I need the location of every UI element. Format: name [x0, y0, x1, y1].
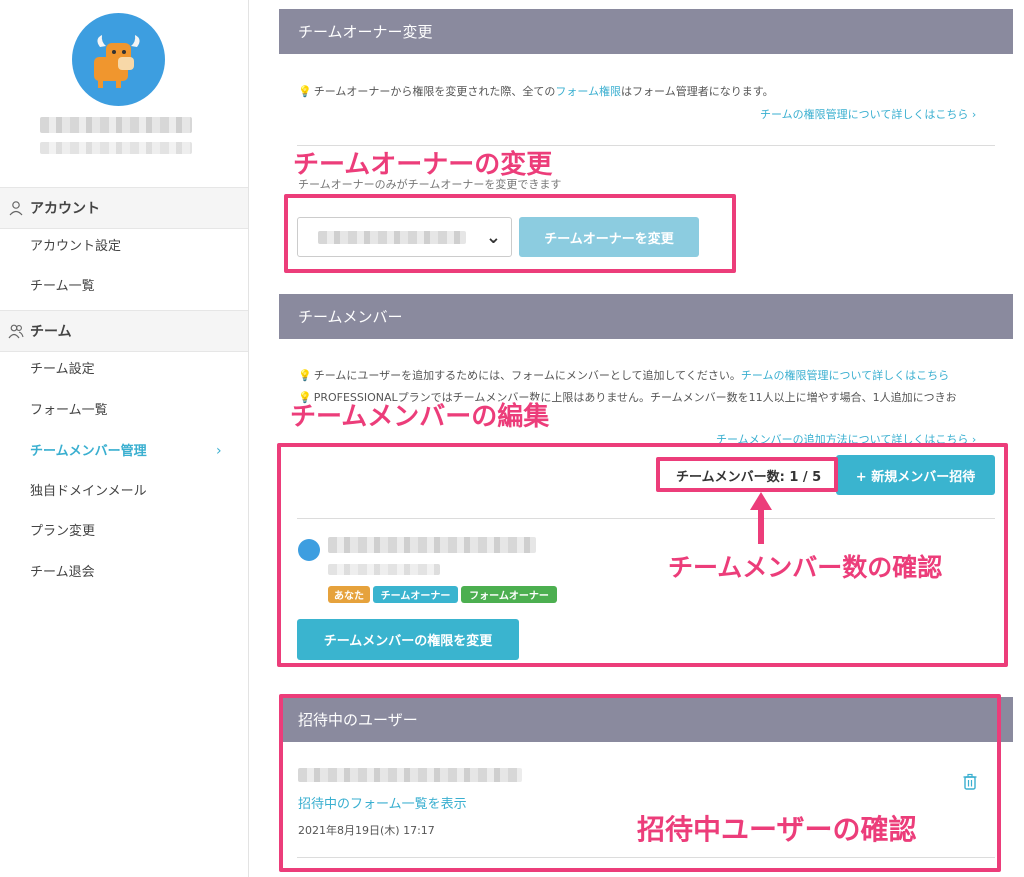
team-avatar	[72, 13, 165, 106]
annotation-box-member-count	[656, 457, 838, 492]
owner-note: 💡 チームオーナーから権限を変更された際、全てのフォーム権限はフォーム管理者になり…	[298, 85, 774, 98]
form-permission-link[interactable]: フォーム権限	[555, 85, 621, 98]
sidebar-item-form-list[interactable]: フォーム一覧	[30, 401, 108, 421]
arrow-up-icon	[750, 492, 772, 544]
permission-detail-link[interactable]: チームの権限管理について詳しくはこちら ›	[760, 106, 976, 122]
sidebar-group-label: チーム	[30, 324, 72, 340]
sidebar-item-account-settings[interactable]: アカウント設定	[30, 237, 121, 257]
annotation-member-count-check: チームメンバー数の確認	[668, 553, 943, 582]
annotation-box-owner-change	[284, 194, 736, 273]
user-email-redacted	[40, 142, 192, 154]
sidebar-item-leave-team[interactable]: チーム退会	[30, 563, 95, 583]
chevron-right-icon: ›	[216, 443, 222, 459]
annotation-owner-change: チームオーナーの変更	[293, 150, 553, 180]
user-icon	[9, 201, 23, 216]
annotation-member-edit: チームメンバーの編集	[290, 402, 550, 432]
owner-section-header: チームオーナー変更	[279, 9, 1013, 54]
team-icon	[8, 324, 24, 339]
sidebar-item-team-list[interactable]: チーム一覧	[30, 277, 95, 297]
sidebar-item-plan-change[interactable]: プラン変更	[30, 522, 95, 542]
annotation-invite-check: 招待中ユーザーの確認	[637, 813, 917, 846]
sidebar: アカウント アカウント設定 チーム一覧 チーム チーム設定 フォーム一覧 チーム…	[0, 0, 249, 877]
sidebar-group-account[interactable]: アカウント	[0, 187, 248, 229]
sidebar-item-team-settings[interactable]: チーム設定	[30, 360, 95, 380]
sidebar-item-member-management[interactable]: チームメンバー管理	[30, 442, 147, 462]
sidebar-group-team[interactable]: チーム	[0, 310, 248, 352]
member-permission-link[interactable]: チームの権限管理について詳しくはこちら	[741, 369, 949, 382]
member-section-header: チームメンバー	[279, 294, 1013, 339]
cow-icon	[94, 35, 140, 88]
user-name-redacted	[40, 117, 192, 133]
lightbulb-icon: 💡	[298, 85, 312, 98]
lightbulb-icon: 💡	[298, 369, 312, 382]
sidebar-item-custom-domain-mail[interactable]: 独自ドメインメール	[30, 482, 147, 502]
member-note-1: 💡 チームにユーザーを追加するためには、フォームにメンバーとして追加してください。…	[298, 369, 950, 382]
sidebar-group-label: アカウント	[30, 201, 100, 217]
